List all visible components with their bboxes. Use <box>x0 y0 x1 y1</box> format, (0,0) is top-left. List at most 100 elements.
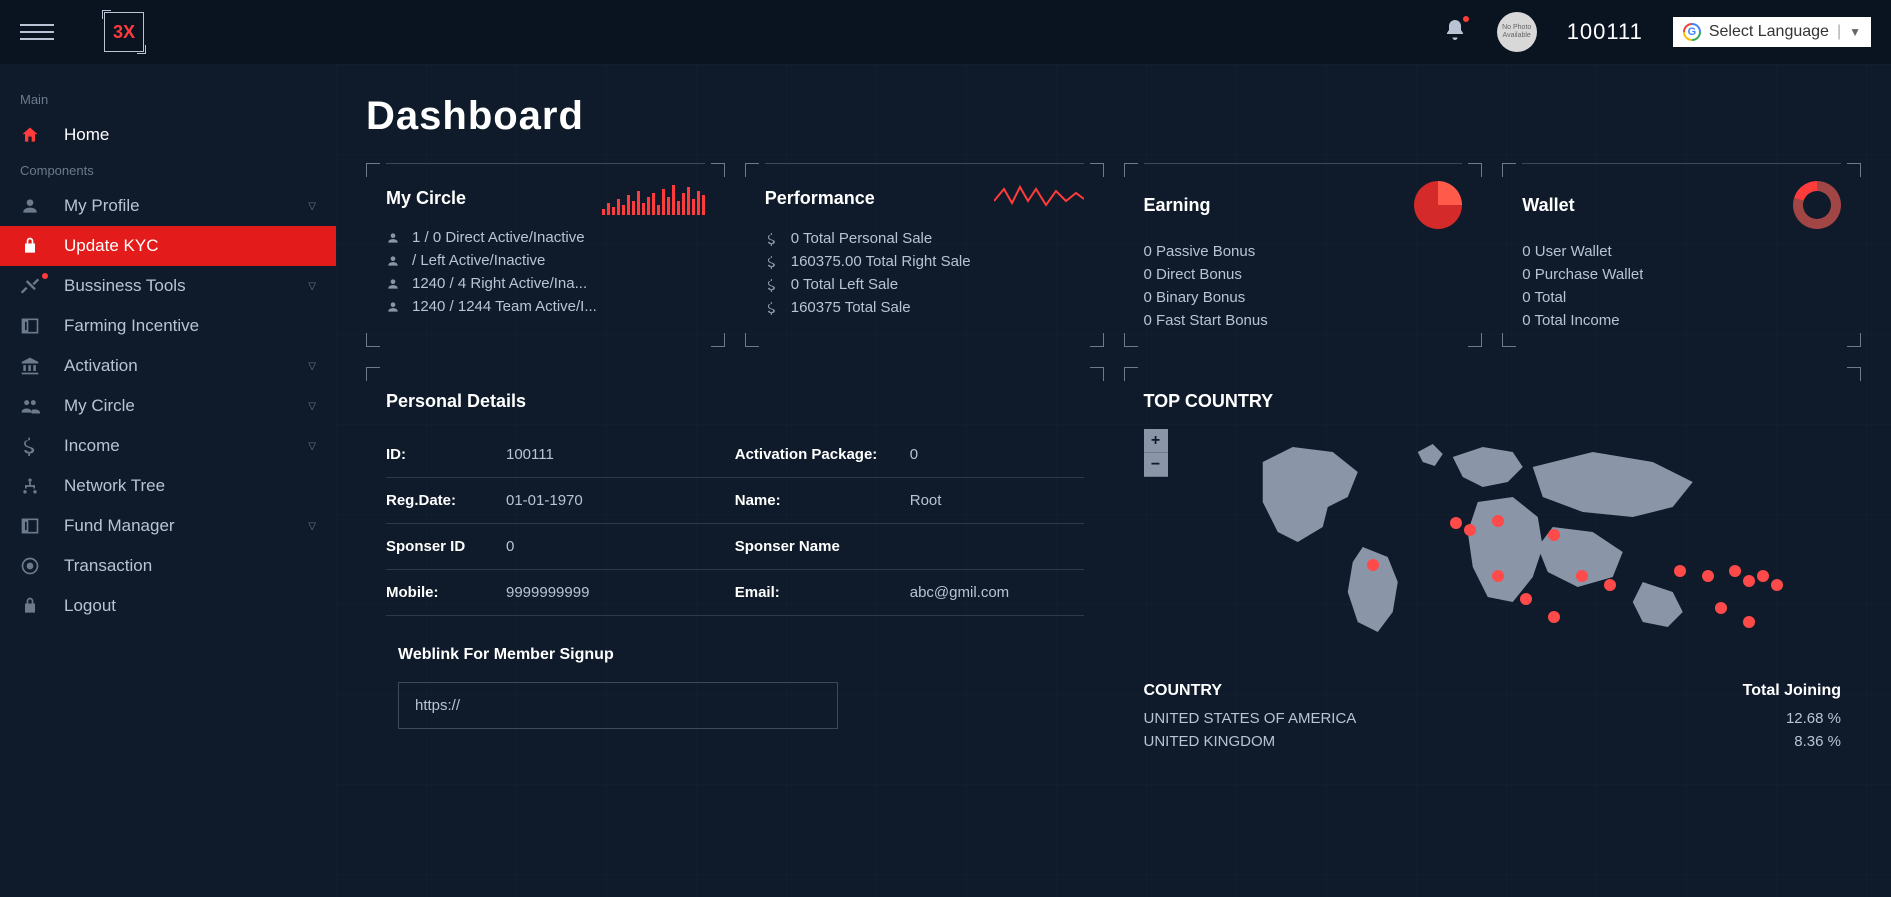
user-id: 100111 <box>1567 19 1643 45</box>
stat-item: 0 Fast Start Bonus <box>1144 312 1463 329</box>
country-name: UNITED STATES OF AMERICA <box>1144 710 1357 727</box>
avatar[interactable]: No Photo Available <box>1497 12 1537 52</box>
nav-label: My Profile <box>64 196 140 216</box>
stat-item: 160375 Total Sale <box>765 299 1084 316</box>
header-country: COUNTRY <box>1144 682 1223 700</box>
map-marker[interactable] <box>1548 529 1560 541</box>
bank-icon <box>20 356 40 376</box>
details-row: Mobile:9999999999 Email:abc@gmil.com <box>386 570 1084 616</box>
stat-item: 0 Total Personal Sale <box>765 230 1084 247</box>
chevron-down-icon: ▼ <box>1849 25 1861 39</box>
value-email: abc@gmil.com <box>910 584 1009 601</box>
panel-icon <box>20 516 40 536</box>
nav-label: Farming Incentive <box>64 316 199 336</box>
zoom-in-button[interactable]: + <box>1144 429 1168 453</box>
country-pct: 8.36 % <box>1794 733 1841 750</box>
logo[interactable]: 3X <box>104 12 144 52</box>
line-chart-icon <box>994 181 1084 216</box>
country-table-header: COUNTRY Total Joining <box>1144 682 1842 700</box>
nav-my-profile[interactable]: My Profile ▽ <box>0 186 336 226</box>
stat-item: 0 Total <box>1522 289 1841 306</box>
map-marker[interactable] <box>1367 559 1379 571</box>
weblink-input[interactable] <box>398 682 838 729</box>
card-title: Wallet <box>1522 195 1574 216</box>
nav-network-tree[interactable]: Network Tree <box>0 466 336 506</box>
value-mobile: 9999999999 <box>506 584 589 601</box>
map-marker[interactable] <box>1492 515 1504 527</box>
nav-update-kyc[interactable]: Update KYC <box>0 226 336 266</box>
main-content: Dashboard My Circle 1 / 0 Direct Active/… <box>336 64 1891 897</box>
nav-farming-incentive[interactable]: Farming Incentive <box>0 306 336 346</box>
tools-icon <box>20 276 40 296</box>
stat-item: 1240 / 1244 Team Active/I... <box>386 298 705 315</box>
country-pct: 12.68 % <box>1786 710 1841 727</box>
stat-item: 0 Passive Bonus <box>1144 243 1463 260</box>
user-icon <box>20 196 40 216</box>
stat-item: / Left Active/Inactive <box>386 252 705 269</box>
panel-title: TOP COUNTRY <box>1144 391 1842 412</box>
nav-activation[interactable]: Activation ▽ <box>0 346 336 386</box>
value-package: 0 <box>910 446 918 463</box>
language-selector[interactable]: Select Language | ▼ <box>1673 17 1871 47</box>
map-landmass <box>1144 432 1842 662</box>
nav-label: Update KYC <box>64 236 159 256</box>
map-marker[interactable] <box>1702 570 1714 582</box>
nav-fund-manager[interactable]: Fund Manager ▽ <box>0 506 336 546</box>
stat-item: 0 User Wallet <box>1522 243 1841 260</box>
nav-section-components: Components <box>0 155 336 186</box>
nav-label: Logout <box>64 596 116 616</box>
chevron-down-icon: ▽ <box>308 441 316 452</box>
topbar: 3X No Photo Available 100111 Select Lang… <box>0 0 1891 64</box>
label-name: Name: <box>735 492 910 509</box>
nav-transaction[interactable]: Transaction <box>0 546 336 586</box>
label-mobile: Mobile: <box>386 584 506 601</box>
card-title: Performance <box>765 188 875 209</box>
label-regdate: Reg.Date: <box>386 492 506 509</box>
details-row: Reg.Date:01-01-1970 Name:Root <box>386 478 1084 524</box>
nav-home[interactable]: Home <box>0 115 336 155</box>
card-earning: Earning 0 Passive Bonus 0 Direct Bonus 0… <box>1124 163 1483 347</box>
lock-icon <box>20 236 40 256</box>
world-map[interactable] <box>1144 432 1842 662</box>
record-icon <box>20 556 40 576</box>
label-email: Email: <box>735 584 910 601</box>
stat-item: 1 / 0 Direct Active/Inactive <box>386 229 705 246</box>
users-icon <box>20 396 40 416</box>
nav-logout[interactable]: Logout <box>0 586 336 626</box>
dollar-icon <box>20 436 40 456</box>
nav-label: Bussiness Tools <box>64 276 186 296</box>
chevron-down-icon: ▽ <box>308 281 316 292</box>
details-row: ID:100111 Activation Package:0 <box>386 432 1084 478</box>
country-row: UNITED STATES OF AMERICA 12.68 % <box>1144 710 1842 727</box>
header-joining: Total Joining <box>1743 682 1841 700</box>
map-marker[interactable] <box>1743 575 1755 587</box>
nav-business-tools[interactable]: Bussiness Tools ▽ <box>0 266 336 306</box>
menu-toggle[interactable] <box>20 24 54 40</box>
chevron-down-icon: ▽ <box>308 521 316 532</box>
nav-section-main: Main <box>0 84 336 115</box>
pie-chart-icon <box>1414 181 1462 229</box>
nav-income[interactable]: Income ▽ <box>0 426 336 466</box>
language-label: Select Language <box>1709 23 1829 41</box>
panel-icon <box>20 316 40 336</box>
bar-chart-icon <box>602 181 705 215</box>
map-marker[interactable] <box>1604 579 1616 591</box>
zoom-out-button[interactable]: − <box>1144 453 1168 477</box>
nav-label: Activation <box>64 356 138 376</box>
card-performance: Performance 0 Total Personal Sale 160375… <box>745 163 1104 347</box>
label-sponserid: Sponser ID <box>386 538 506 555</box>
map-marker[interactable] <box>1576 570 1588 582</box>
stat-item: 0 Direct Bonus <box>1144 266 1463 283</box>
chevron-down-icon: ▽ <box>308 201 316 212</box>
map-marker[interactable] <box>1674 565 1686 577</box>
card-title: My Circle <box>386 188 466 209</box>
stat-item: 0 Purchase Wallet <box>1522 266 1841 283</box>
notification-bell[interactable] <box>1443 18 1467 47</box>
stat-item: 160375.00 Total Right Sale <box>765 253 1084 270</box>
panel-title: Personal Details <box>386 391 1084 412</box>
value-id: 100111 <box>506 446 554 463</box>
label-sponsername: Sponser Name <box>735 538 910 555</box>
tree-icon <box>20 476 40 496</box>
label-package: Activation Package: <box>735 446 910 463</box>
nav-my-circle[interactable]: My Circle ▽ <box>0 386 336 426</box>
